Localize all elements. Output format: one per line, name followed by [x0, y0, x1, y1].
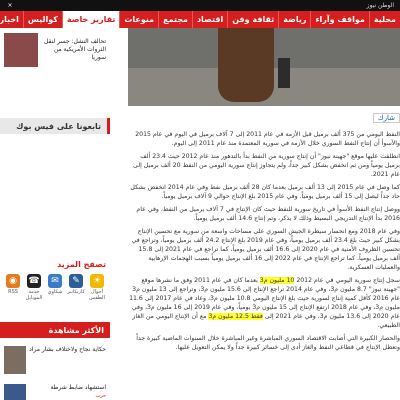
most-viewed-item[interactable]: استشهاد ضابط شرطة حرب: [4, 384, 106, 400]
most-viewed-item-title: استشهاد ضابط شرطة: [50, 384, 106, 391]
highlight-final-value: فقط 12.5 مليون م3: [208, 313, 263, 320]
most-viewed-thumbnail: [4, 384, 26, 400]
nav-item[interactable]: ثقافة وفن: [227, 11, 278, 28]
text-before: سجل إنتاج سورية اليومي في عام 2012: [294, 277, 400, 284]
service-label: RSS: [8, 289, 18, 295]
service-link[interactable]: ☀ أحوال الطقس: [88, 274, 106, 301]
services-icons: ◉ RSS ☎ خدمة الموبايل ✉ شكاوي ✎ كاريكاتير ☀ أحوال…: [4, 274, 106, 301]
sidebar: تحالف النشل: جسر لنقل الثروات الأمريكية …: [0, 28, 110, 400]
service-link[interactable]: ☎ خدمة الموبايل: [25, 274, 43, 301]
nav-item[interactable]: اقتصاد: [191, 11, 227, 28]
service-link[interactable]: ✎ كاريكاتير: [67, 274, 85, 301]
phone-icon: ☎: [27, 274, 41, 288]
service-label: شكاوي: [47, 289, 63, 295]
service-link[interactable]: ✉ شكاوي: [46, 274, 64, 301]
article-paragraph: انطلقت عليها موقع "جهينة نيوز" أن إنتاج …: [133, 153, 400, 178]
nav-item[interactable]: منوعات: [119, 11, 158, 28]
nav-item[interactable]: مواقف وآراء: [310, 11, 368, 28]
nav-item[interactable]: مجتمع: [158, 11, 192, 28]
facebook-widget: [4, 138, 106, 258]
ad-text: تحالف النشل: جسر لنقل الثروات الأمريكية …: [44, 38, 106, 61]
article-paragraph: ووصل إنتاج النفط الأسوأ في تاريخ سورية ل…: [136, 206, 400, 222]
complaint-icon: ✉: [48, 274, 62, 288]
article-paragraph: والحصار الكبيرة التي أصابت الاقتصاد السو…: [136, 335, 400, 351]
main-nav: محلية مواقف وآراء رياضة ثقافة وفن اقتصاد مجتم…: [0, 11, 400, 28]
most-viewed-item-meta: حرب: [95, 393, 106, 399]
nav-item[interactable]: كواليس: [22, 11, 62, 28]
sidebar-ad[interactable]: تحالف النشل: جسر لنقل الثروات الأمريكية …: [4, 32, 106, 68]
ad-image: [4, 33, 38, 67]
caricature-icon: ✎: [69, 274, 83, 288]
article-hero-image: [128, 28, 400, 106]
service-label: كاريكاتير: [67, 289, 85, 295]
share-button[interactable]: شارك: [372, 113, 400, 123]
nav-item[interactable]: رياضة: [278, 11, 310, 28]
service-link[interactable]: ◉ RSS: [4, 274, 22, 301]
most-viewed-item-title: حكاية نجاح ولاختلاف بشار مراد: [29, 346, 106, 353]
most-viewed-title: الأكثر مشاهدة: [0, 322, 110, 338]
browser-titlebar: الوطن نيوز ×: [0, 0, 400, 11]
nav-item[interactable]: اخبار الصحف: [0, 11, 23, 28]
facebook-section-title: تابعونا على فيس بوك: [0, 118, 110, 134]
more-section-title: تصفح المزيد: [57, 260, 106, 269]
nav-item[interactable]: محلية: [368, 11, 400, 28]
article-paragraph-highlighted: سجل إنتاج سورية اليومي في عام 2012 10 مل…: [128, 276, 400, 330]
close-icon[interactable]: ×: [6, 2, 14, 9]
rss-icon: ◉: [6, 274, 20, 288]
service-label: خدمة الموبايل: [25, 289, 43, 301]
article-paragraph: كما وصل في عام 2015 إلى 13 ألف برميل بعد…: [130, 184, 400, 200]
nav-item[interactable]: تقارير خاصة: [61, 11, 120, 28]
weather-icon: ☀: [90, 274, 104, 288]
article-body: النفط اليومي من 375 ألف برميل قبل الأزمة…: [128, 130, 400, 356]
service-label: أحوال الطقس: [89, 289, 105, 301]
highlight-value: 10 مليون م3: [259, 277, 295, 284]
article-paragraph: النفط اليومي من 375 ألف برميل قبل الأزمة…: [135, 131, 400, 147]
article-paragraph: وفي عام 2018 ومع انحسار سيطرة الجيش السو…: [131, 228, 400, 271]
most-viewed-item[interactable]: حكاية نجاح ولاختلاف بشار مراد: [4, 346, 106, 374]
window-title: الوطن نيوز: [366, 2, 394, 9]
most-viewed-thumbnail: [4, 346, 26, 374]
share-bar: شارك: [128, 112, 400, 124]
article-column: شارك النفط اليومي من 375 ألف برميل قبل ا…: [112, 28, 400, 400]
